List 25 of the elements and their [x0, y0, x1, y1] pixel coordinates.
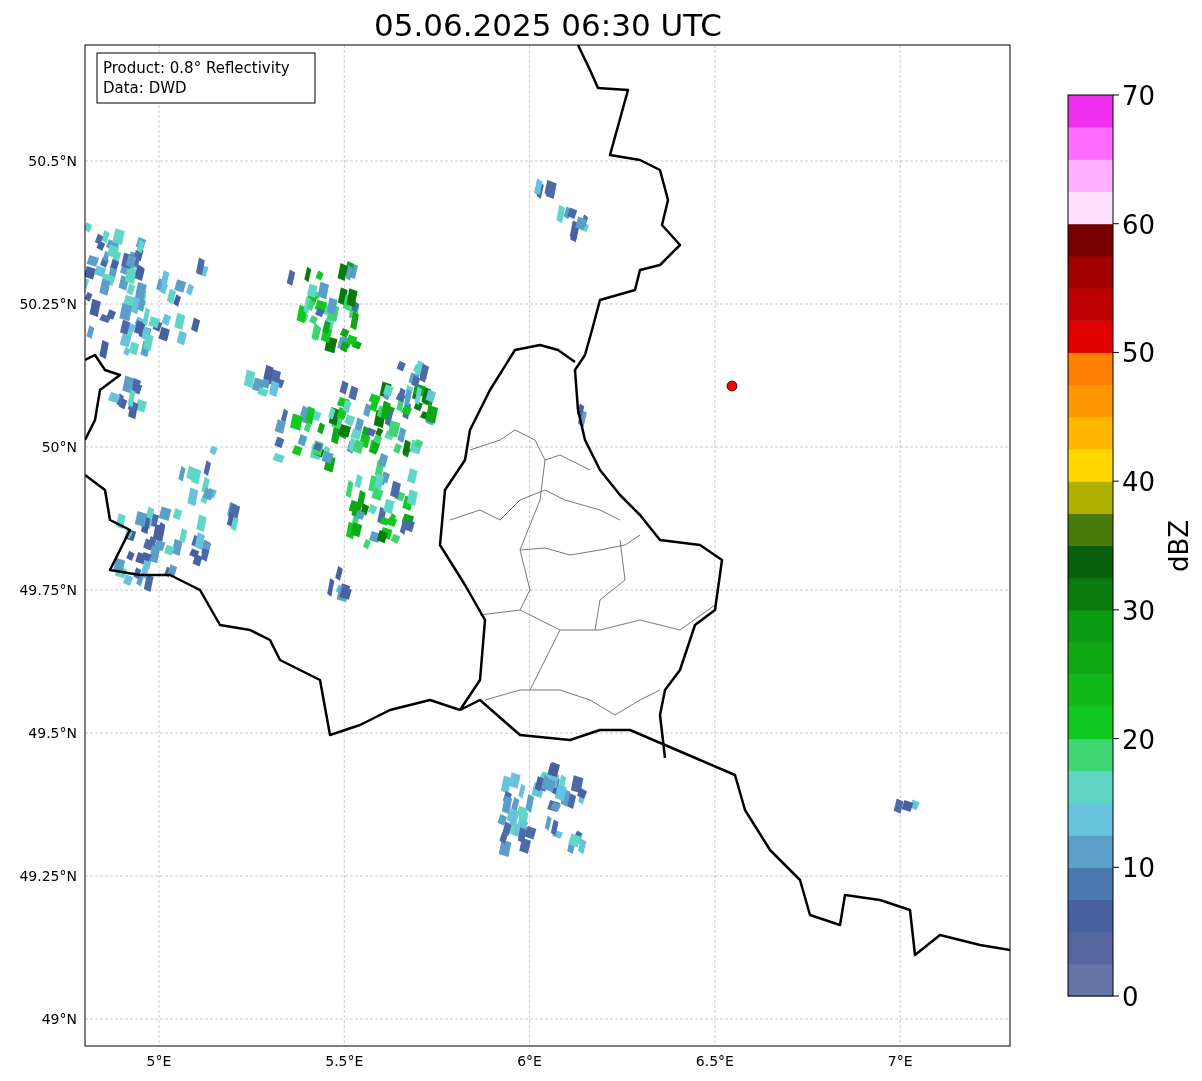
colorbar-tick-label: 50 — [1122, 338, 1156, 369]
latitude-label: 50°N — [41, 439, 77, 455]
colorbar-tick-label: 10 — [1122, 853, 1156, 884]
chart-title: 05.06.2025 06:30 UTC — [374, 7, 722, 43]
latitude-label: 49.25°N — [19, 868, 77, 884]
latitude-label: 49°N — [41, 1011, 77, 1027]
location-marker — [726, 380, 738, 392]
colorbar-tick-label: 70 — [1122, 81, 1156, 111]
longitude-label: 7°E — [887, 1053, 913, 1069]
latitude-label: 49.5°N — [28, 725, 77, 741]
colorbar-tick-label: 60 — [1122, 209, 1156, 240]
latitude-label: 50.5°N — [28, 153, 77, 169]
latitude-label: 50.25°N — [19, 296, 77, 312]
colorbar-label: dBZ — [1164, 519, 1194, 573]
latitude-label: 49.75°N — [19, 582, 77, 598]
info-text: Data: DWD — [103, 79, 187, 97]
colorbar-tick-label: 30 — [1122, 595, 1156, 626]
longitude-label: 5°E — [146, 1053, 172, 1069]
colorbar-tick-label: 40 — [1122, 467, 1156, 498]
info-text: Product: 0.8° Reflectivity — [103, 59, 290, 77]
longitude-label: 6°E — [517, 1053, 542, 1069]
longitude-label: 6.5°E — [695, 1053, 734, 1069]
colorbar-tick-label: 20 — [1122, 724, 1156, 755]
longitude-label: 5.5°E — [325, 1053, 364, 1069]
colorbar-tick-label: 0 — [1122, 982, 1139, 1012]
